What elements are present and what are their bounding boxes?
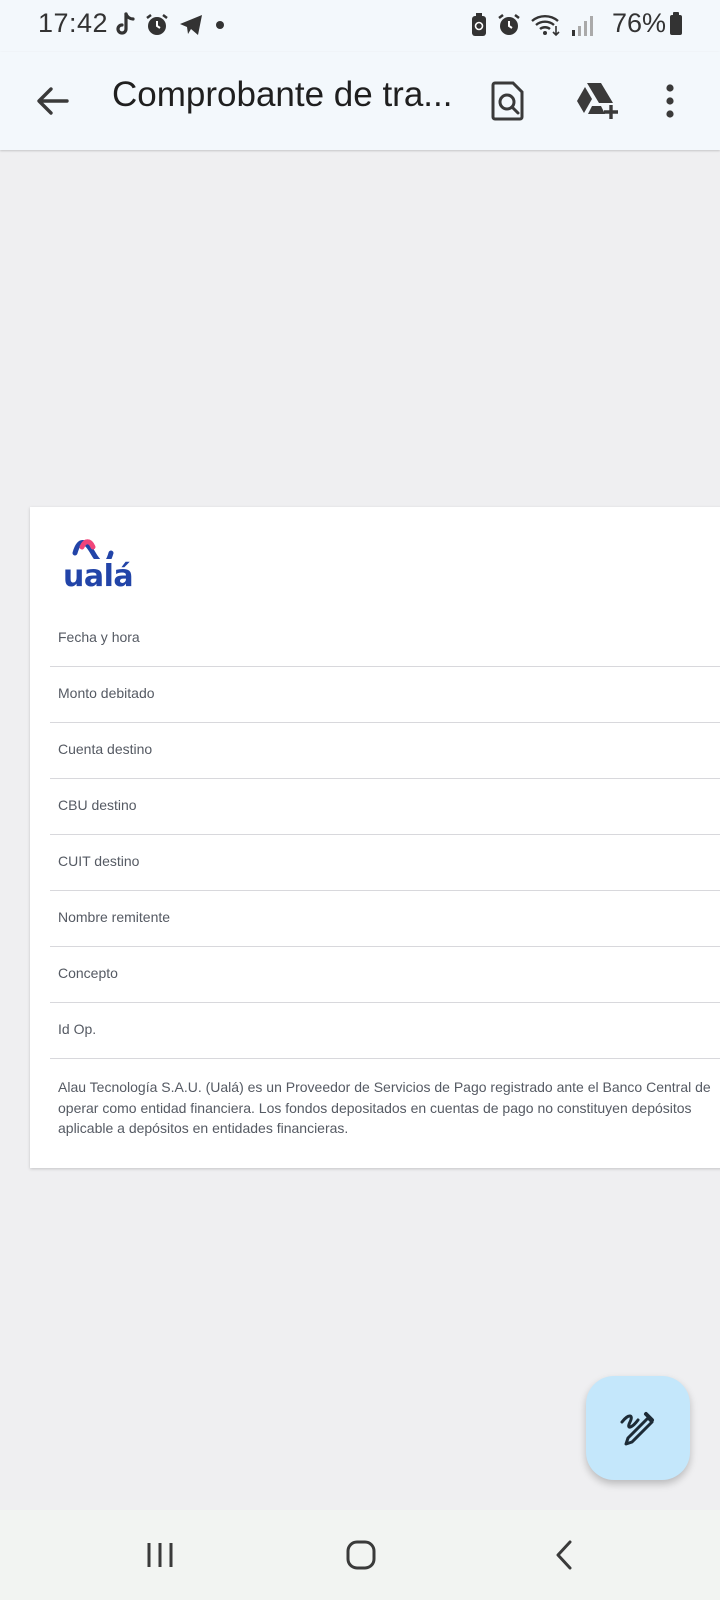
row-label-concepto: Concepto (58, 965, 118, 981)
uala-logo: ualá (63, 537, 134, 595)
search-document-icon (491, 81, 524, 121)
telegram-icon (178, 12, 204, 43)
battery-icon (670, 12, 682, 35)
tiktok-icon (114, 12, 136, 43)
battery-percent: 76% (611, 8, 666, 38)
arrow-back-icon (37, 87, 69, 115)
wifi-icon (530, 12, 562, 43)
page-title: Comprobante de tra... (112, 75, 452, 114)
table-row: CUIT destino (50, 835, 720, 891)
detail-rows: Fecha y hora Monto debitado Cuenta desti… (50, 611, 720, 1059)
disclaimer-line: Alau Tecnología S.A.U. (Ualá) es un Prov… (58, 1079, 711, 1095)
screen: 17:42 76% Comprobante de tra... ualá Fec… (0, 0, 720, 1600)
signal-icon (570, 12, 594, 43)
row-label-remitente: Nombre remitente (58, 909, 171, 925)
table-row: CBU destino (50, 779, 720, 835)
edit-pen-icon (620, 1412, 654, 1446)
drive-add-button[interactable] (568, 72, 626, 130)
back-button[interactable] (26, 74, 80, 128)
drive-add-icon (577, 83, 618, 119)
row-label-monto: Monto debitado (58, 685, 155, 701)
table-row: Cuenta destino (50, 723, 720, 779)
more-vert-icon (666, 84, 674, 118)
logo-text: ualá (63, 559, 134, 594)
dot-icon (212, 12, 228, 43)
more-options-button[interactable] (650, 72, 690, 130)
disclaimer-line: aplicable a depósitos en entidades finan… (58, 1120, 349, 1136)
battery-saver-icon (470, 12, 488, 43)
row-label-cuit: CUIT destino (58, 853, 140, 869)
status-left-icons (114, 12, 228, 43)
document-page: ualá Fecha y hora Monto debitado Cuenta … (30, 507, 720, 1168)
table-row: Nombre remitente (50, 891, 720, 947)
table-row: Concepto (50, 947, 720, 1003)
table-row: Monto debitado (50, 667, 720, 723)
system-nav-bar (0, 1510, 720, 1600)
uala-wave-icon (72, 539, 114, 559)
row-label-cuenta: Cuenta destino (58, 741, 153, 757)
status-bar: 17:42 76% (0, 0, 720, 52)
back-icon (556, 1540, 572, 1570)
status-time: 17:42 (38, 8, 109, 38)
recents-button[interactable] (130, 1530, 190, 1580)
row-label-fecha: Fecha y hora (58, 629, 140, 645)
alarm-icon (144, 12, 170, 43)
nav-back-button[interactable] (534, 1530, 594, 1580)
edit-fab-button[interactable] (586, 1376, 690, 1480)
app-bar: Comprobante de tra... (0, 52, 720, 150)
search-document-button[interactable] (479, 72, 537, 130)
table-row: Fecha y hora (50, 611, 720, 667)
disclaimer-line: operar como entidad financiera. Los fond… (58, 1099, 692, 1116)
home-icon (346, 1540, 376, 1570)
recents-icon (147, 1543, 173, 1567)
disclaimer-text: Alau Tecnología S.A.U. (Ualá) es un Prov… (58, 1077, 720, 1139)
table-row: Id Op. (50, 1003, 720, 1059)
home-button[interactable] (331, 1530, 391, 1580)
alarm-icon (496, 12, 522, 43)
status-right-icons (470, 12, 594, 43)
row-label-idop: Id Op. (58, 1021, 97, 1037)
row-label-cbu: CBU destino (58, 797, 137, 813)
